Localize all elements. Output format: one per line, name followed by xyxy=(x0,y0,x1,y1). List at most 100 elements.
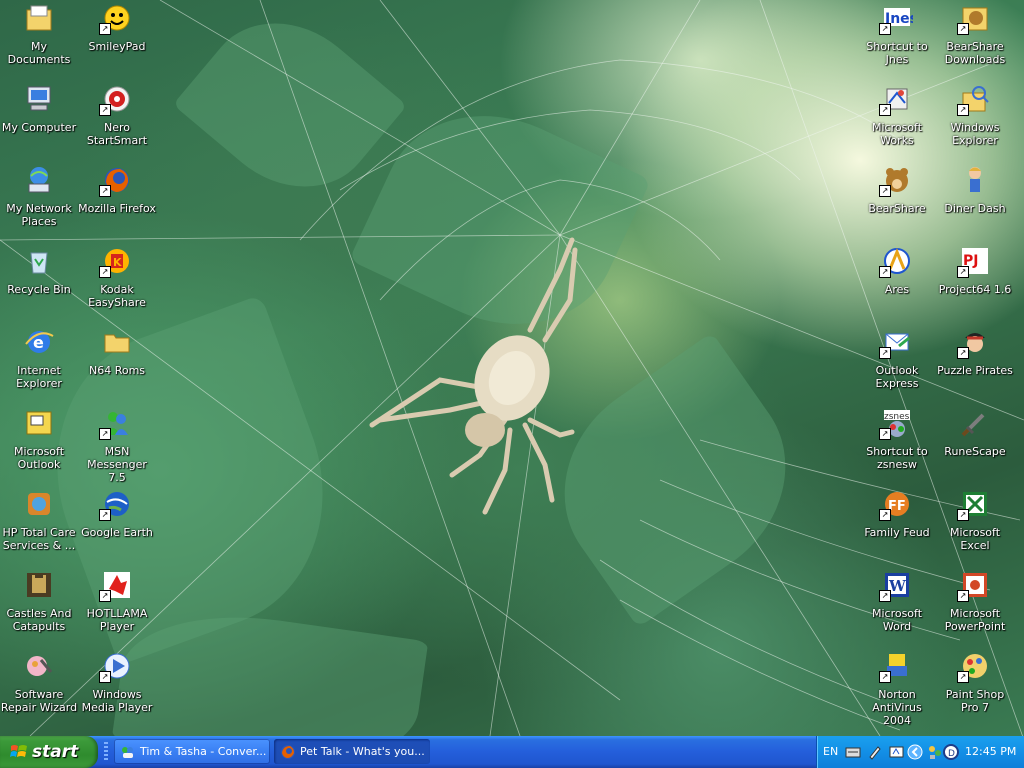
desktop-icon-label: MSN Messenger 7.5 xyxy=(87,445,147,484)
language-indicator[interactable]: EN xyxy=(823,745,838,758)
desktop-icon-label: Ares xyxy=(884,283,910,296)
desktop-icon-msn-messenger[interactable]: ↗ MSN Messenger 7.5 xyxy=(78,407,156,484)
desktop-icon-folder[interactable]: N64 Roms xyxy=(78,326,156,402)
desktop-icon-hotllama[interactable]: ↗ HOTLLAMA Player xyxy=(78,569,156,645)
clock[interactable]: 12:45 PM xyxy=(965,745,1016,758)
taskbar-grip[interactable] xyxy=(104,742,108,762)
desktop-icon-castles-catapults[interactable]: Castles And Catapults xyxy=(0,569,78,645)
google-earth-icon: ↗ xyxy=(99,488,133,521)
chevron-left-icon[interactable] xyxy=(907,744,923,760)
desktop-icon-label: Family Feud xyxy=(864,526,930,539)
desktop-icon-bearshare[interactable]: ↗ BearShare xyxy=(858,164,936,240)
repair-wizard-icon xyxy=(23,650,55,682)
desktop-icon-jnes[interactable]: Jnes↗ Shortcut to Jnes xyxy=(858,2,936,78)
desktop-icon-firefox[interactable]: ↗ Mozilla Firefox xyxy=(78,164,156,240)
desktop-icon-powerpoint[interactable]: ↗ Microsoft PowerPoint xyxy=(936,569,1014,645)
desktop-icon-label: Outlook Express xyxy=(875,364,919,390)
desktop-icon-works[interactable]: ↗ Microsoft Works xyxy=(858,83,936,159)
msn-chat-icon xyxy=(122,747,133,758)
diner-dash-icon xyxy=(959,164,991,196)
my-documents-icon xyxy=(23,2,55,34)
outlook-icon xyxy=(23,407,55,439)
desktop-icon-my-documents[interactable]: My Documents xyxy=(0,2,78,78)
desktop-icon-label: Windows Explorer xyxy=(950,121,1000,147)
desktop-icon-bearshare-downloads[interactable]: ↗ BearShare Downloads xyxy=(936,2,1014,78)
shortcut-arrow-icon: ↗ xyxy=(879,185,891,197)
desktop-icon-label: Microsoft PowerPoint xyxy=(944,607,1006,633)
desktop-icon-diner-dash[interactable]: Diner Dash xyxy=(936,164,1014,240)
windows-flag-icon xyxy=(10,745,27,757)
taskbar-button-msn-conversation[interactable]: Tim & Tasha - Conver... xyxy=(114,739,270,764)
desktop-icon-media-player[interactable]: ↗ Windows Media Player xyxy=(78,650,156,726)
desktop[interactable]: My Documents My Computer My Network Places… xyxy=(0,0,1024,736)
network-places-icon xyxy=(23,164,55,196)
shortcut-arrow-icon: ↗ xyxy=(879,266,891,278)
desktop-icon-label: Recycle Bin xyxy=(7,283,71,296)
excel-icon: ↗ xyxy=(957,488,991,521)
shortcut-arrow-icon: ↗ xyxy=(957,671,969,683)
shortcut-arrow-icon: ↗ xyxy=(957,266,969,278)
shortcut-arrow-icon: ↗ xyxy=(99,185,111,197)
desktop-icon-word[interactable]: W ↗ Microsoft Word xyxy=(858,569,936,645)
desktop-icon-paint-shop-pro[interactable]: ↗ Paint Shop Pro 7 xyxy=(936,650,1014,726)
shortcut-arrow-icon: ↗ xyxy=(879,671,891,683)
desktop-icon-project64[interactable]: PJ ↗ Project64 1.6 xyxy=(936,245,1014,321)
desktop-icon-family-feud[interactable]: FF ↗ Family Feud xyxy=(858,488,936,564)
start-button[interactable]: start xyxy=(0,736,98,768)
desktop-icon-label: Google Earth xyxy=(81,526,153,539)
system-tray: EN D 12:45 PM xyxy=(816,736,1024,768)
desktop-icon-label: Microsoft Excel xyxy=(949,526,1001,552)
smileypad-icon: ↗ xyxy=(99,2,133,35)
puzzle-pirates-icon: ↗ xyxy=(957,326,991,359)
svg-text:D: D xyxy=(948,749,955,759)
shortcut-arrow-icon: ↗ xyxy=(957,590,969,602)
desktop-icon-puzzle-pirates[interactable]: ↗ Puzzle Pirates xyxy=(936,326,1014,402)
desktop-icon-kodak[interactable]: K ↗ Kodak EasyShare xyxy=(78,245,156,321)
desktop-icon-network-places[interactable]: My Network Places xyxy=(0,164,78,240)
desktop-icon-ares[interactable]: ↗ Ares xyxy=(858,245,936,321)
desktop-icon-norton[interactable]: ↗ Norton AntiVirus 2004 xyxy=(858,650,936,727)
norton-icon: ↗ xyxy=(879,650,913,683)
desktop-icon-runescape[interactable]: RuneScape xyxy=(936,407,1014,483)
svg-text:zsnes: zsnes xyxy=(884,412,910,422)
desktop-icon-label: HP Total Care Services & ... xyxy=(2,526,76,552)
desktop-icon-windows-explorer[interactable]: ↗ Windows Explorer xyxy=(936,83,1014,159)
ares-icon: ↗ xyxy=(879,245,913,278)
language-bar-icon[interactable] xyxy=(889,744,905,760)
desktop-icon-google-earth[interactable]: ↗ Google Earth xyxy=(78,488,156,564)
desktop-icon-hp-total-care[interactable]: HP Total Care Services & ... xyxy=(0,488,78,564)
desktop-icon-recycle-bin[interactable]: Recycle Bin xyxy=(0,245,78,321)
runescape-icon xyxy=(959,407,991,439)
desktop-icon-my-computer[interactable]: My Computer xyxy=(0,83,78,159)
desktop-icon-internet-explorer[interactable]: e Internet Explorer xyxy=(0,326,78,402)
desktop-icon-smileypad[interactable]: ↗ SmileyPad xyxy=(78,2,156,78)
task-label: Tim & Tasha - Conver... xyxy=(140,745,267,758)
desktop-icon-label: Software Repair Wizard xyxy=(0,688,78,714)
pen-icon[interactable] xyxy=(867,744,883,760)
desktop-icon-label: Microsoft Outlook xyxy=(13,445,65,471)
desktop-icon-label: Windows Media Player xyxy=(81,688,153,714)
desktop-icon-repair-wizard[interactable]: Software Repair Wizard xyxy=(0,650,78,726)
msn-messenger-icon: ↗ xyxy=(99,407,133,440)
desktop-icon-label: SmileyPad xyxy=(88,40,146,53)
desktop-icon-label: Diner Dash xyxy=(944,202,1006,215)
media-player-icon: ↗ xyxy=(99,650,133,683)
shortcut-arrow-icon: ↗ xyxy=(879,104,891,116)
desktop-icon-label: Mozilla Firefox xyxy=(78,202,156,215)
keyboard-icon[interactable] xyxy=(845,744,861,760)
shortcut-arrow-icon: ↗ xyxy=(879,428,891,440)
desktop-icon-excel[interactable]: ↗ Microsoft Excel xyxy=(936,488,1014,564)
desktop-icon-outlook[interactable]: Microsoft Outlook xyxy=(0,407,78,483)
desktop-icon-nero[interactable]: ↗ Nero StartSmart xyxy=(78,83,156,159)
taskbar-button-firefox[interactable]: Pet Talk - What's you... xyxy=(274,739,430,764)
desktop-icon-outlook-express[interactable]: ↗ Outlook Express xyxy=(858,326,936,402)
desktop-icon-zsnes[interactable]: zsnes ↗ Shortcut to zsnesw xyxy=(858,407,936,483)
shortcut-arrow-icon: ↗ xyxy=(879,23,891,35)
shortcut-arrow-icon: ↗ xyxy=(879,509,891,521)
desktop-icon-label: Project64 1.6 xyxy=(938,283,1012,296)
network-icon[interactable] xyxy=(927,744,943,760)
recycle-bin-icon xyxy=(23,245,55,277)
download-manager-icon[interactable]: D xyxy=(943,744,959,760)
folder-icon xyxy=(101,326,133,358)
desktop-icon-label: My Computer xyxy=(1,121,77,134)
